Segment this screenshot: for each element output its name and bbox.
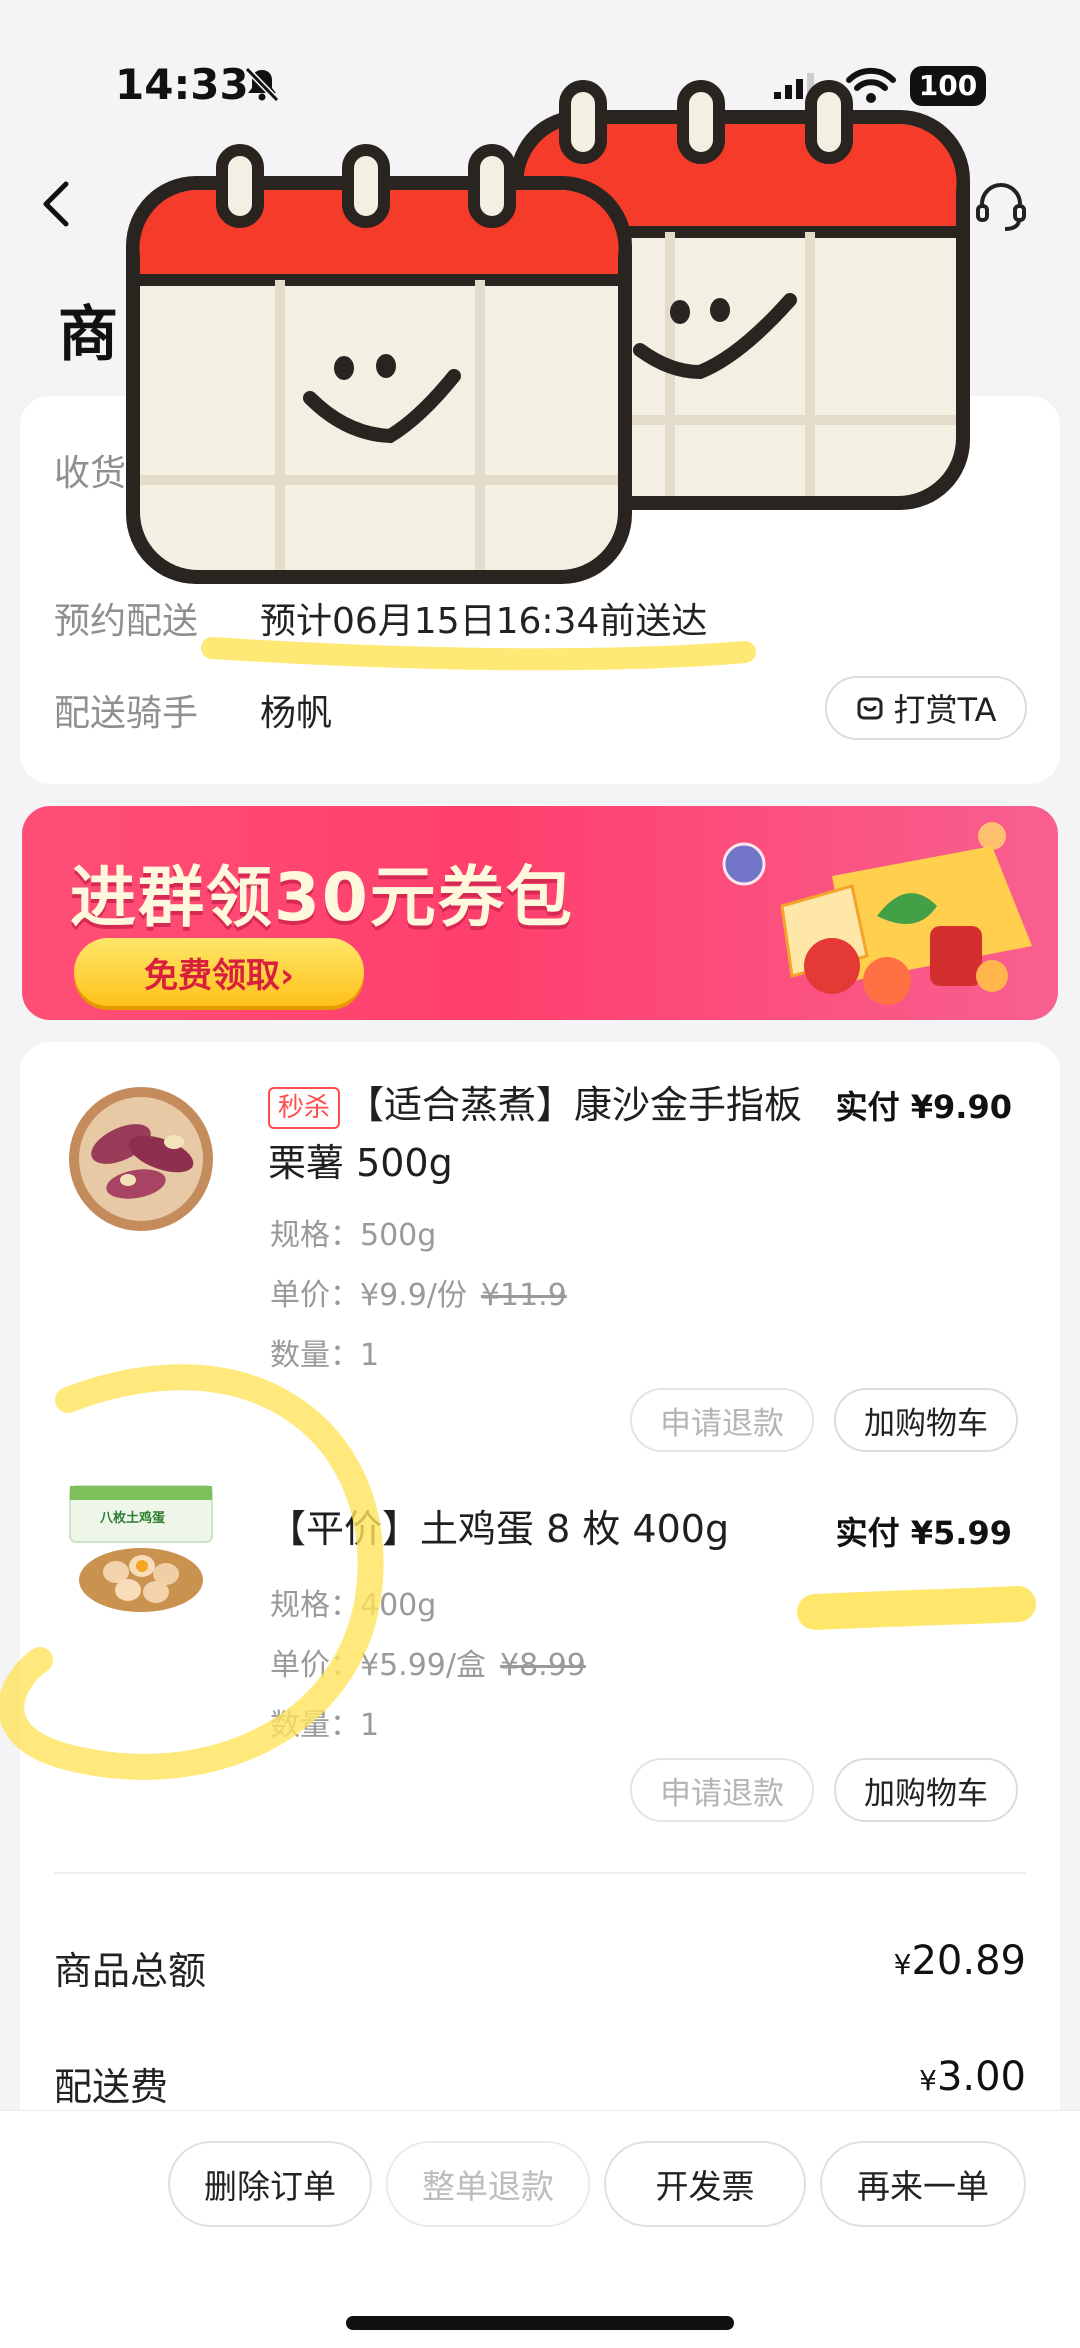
goods-total-value: ¥20.89 [894,1938,1026,1984]
flash-sale-tag: 秒杀 [268,1086,341,1129]
goods-total-label: 商品总额 [54,1949,207,1993]
page-title: 商 [58,300,118,370]
delivery-info-card: 收货 预约配送 预计06月15日16:34前送达 配送骑手 杨帆 打赏TA [20,396,1060,784]
original-price: ¥11.9 [480,1278,567,1313]
bottom-action-bar: 删除订单 整单退款 开发票 再来一单 [0,2110,1080,2348]
divider [54,1872,1026,1874]
gift-icon [857,697,883,720]
sweet-potato-thumbnail [69,1087,213,1231]
customer-service-icon[interactable] [970,178,1032,234]
item-quantity: 数量：1 [270,1338,380,1373]
home-indicator [346,2316,734,2330]
item-title-text: 【适合蒸煮】康沙金手指板栗薯 500g [268,1083,803,1185]
currency-symbol: ¥ [893,1948,912,1981]
battery-indicator: 100 [910,66,986,106]
item-paid-price: 实付 ¥9.90 [835,1088,1012,1126]
bell-muted-icon [244,66,280,103]
unit-price: 单价：¥9.9/份 [270,1278,467,1313]
original-price: ¥8.99 [500,1648,586,1683]
refund-whole-order-button[interactable]: 整单退款 [386,2141,590,2227]
delete-order-button[interactable]: 删除订单 [168,2141,372,2227]
scheduled-delivery-value: 预计06月15日16:34前送达 [260,601,708,642]
rider-label: 配送骑手 [54,693,199,734]
rider-name: 杨帆 [260,693,333,734]
delivery-fee-value: ¥3.00 [919,2054,1026,2100]
add-to-cart-button[interactable]: 加购物车 [834,1388,1018,1452]
banner-title: 进群领30元券包 [70,859,574,936]
item-spec: 规格：500g [270,1218,437,1253]
signal-icon [774,73,814,99]
item-spec: 规格：400g [270,1588,437,1623]
request-refund-button[interactable]: 申请退款 [630,1758,814,1822]
eggs-thumbnail: 八枚土鸡蛋 [69,1485,213,1612]
item-paid-price: 实付 ¥5.99 [835,1514,1012,1552]
item-title: 秒杀 【适合蒸煮】康沙金手指板栗薯 500g [268,1076,808,1192]
goods-total-amount: 20.89 [911,1938,1026,1984]
add-to-cart-button[interactable]: 加购物车 [834,1758,1018,1822]
delivery-fee-amount: 3.00 [936,2054,1026,2100]
delivery-fee-label: 配送费 [54,2065,169,2109]
grocery-basket-illustration [722,822,1032,1005]
tip-rider-button[interactable]: 打赏TA [825,676,1027,740]
status-time: 14:33 [115,60,249,109]
banner-claim-button[interactable]: 免费领取› [74,938,364,1006]
reorder-button[interactable]: 再来一单 [820,2141,1026,2227]
receiver-label: 收货 [54,453,127,494]
item-unit-price: 单价：¥5.99/盒 ¥8.99 [270,1640,586,1684]
issue-invoice-button[interactable]: 开发票 [604,2141,806,2227]
request-refund-button[interactable]: 申请退款 [630,1388,814,1452]
item-quantity: 数量：1 [270,1708,380,1743]
promo-banner[interactable]: 进群领30元券包 免费领取› [22,806,1058,1020]
scheduled-delivery-label: 预约配送 [54,601,199,642]
back-arrow-icon[interactable] [34,170,78,234]
status-bar: 14:33 100 [0,0,1080,170]
unit-price: 单价：¥5.99/盒 [270,1648,486,1683]
currency-symbol: ¥ [919,2064,937,2097]
tip-button-label: 打赏TA [893,691,997,729]
item-title: 【平价】土鸡蛋 8 枚 400g [268,1507,730,1551]
egg-package-label: 八枚土鸡蛋 [99,1510,165,1526]
item-unit-price: 单价：¥9.9/份 ¥11.9 [270,1270,567,1314]
wifi-icon [846,67,896,103]
